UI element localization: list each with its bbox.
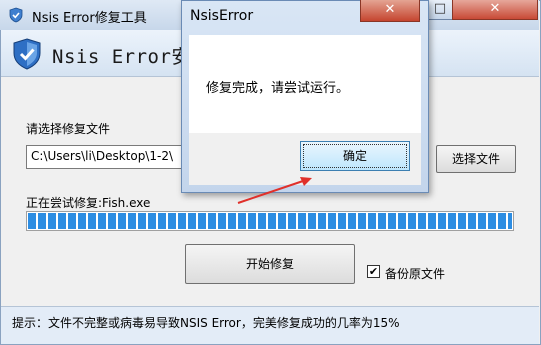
backup-checkbox[interactable]: ✔ [367, 265, 380, 278]
dialog-title: NsisError [190, 8, 254, 24]
focus-ring [303, 144, 407, 168]
shield-icon [9, 7, 23, 23]
close-button[interactable]: ✕ [452, 0, 538, 20]
progress-fill [28, 213, 512, 229]
shield-icon [13, 38, 41, 70]
ok-button[interactable]: 确定 [300, 141, 410, 171]
maximize-button[interactable]: □ [427, 0, 453, 20]
select-file-button[interactable]: 选择文件 [436, 145, 516, 173]
checkmark-icon: ✔ [368, 265, 379, 278]
window-title: Nsis Error修复工具 [32, 11, 147, 26]
footer-tip: 提示：文件不完整或病毒易导致NSIS Error，完美修复成功的几率为15% [12, 316, 400, 330]
dialog-close-button[interactable]: ✕ [360, 0, 420, 22]
repair-status-text: 正在尝试修复:Fish.exe [26, 196, 151, 210]
file-label: 请选择修复文件 [26, 122, 111, 136]
progress-bar [26, 211, 514, 231]
backup-checkbox-label[interactable]: 备份原文件 [385, 265, 445, 282]
red-arrow [237, 177, 312, 204]
start-repair-button[interactable]: 开始修复 [185, 244, 355, 284]
dialog-message: 修复完成，请尝试运行。 [206, 81, 350, 96]
